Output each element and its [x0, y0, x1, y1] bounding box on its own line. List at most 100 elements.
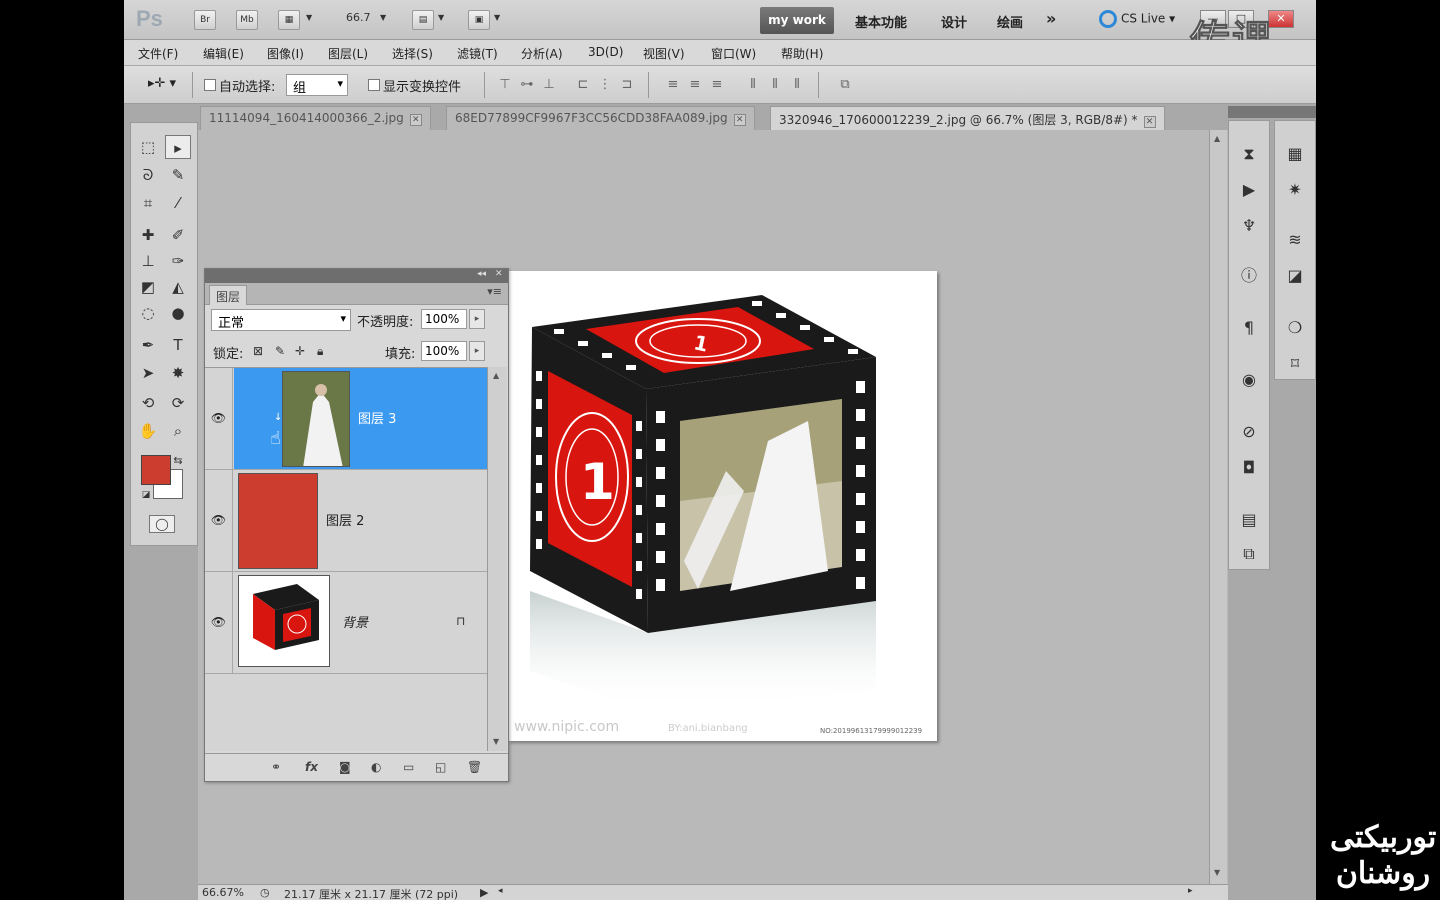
scroll-up-icon[interactable]: ▲	[1214, 134, 1220, 143]
minibridge-button[interactable]: Mb	[236, 10, 258, 30]
3d-icon[interactable]: ❍	[1281, 315, 1309, 341]
auto-select-dropdown[interactable]: 组	[286, 74, 348, 96]
3d-rotate-tool-icon[interactable]: ⟲	[135, 391, 161, 415]
lock-position-icon[interactable]: ✛	[295, 344, 305, 358]
menu-edit[interactable]: 编辑(E)	[203, 45, 244, 62]
brush-tool-icon[interactable]: ✐	[165, 223, 191, 247]
move-tool-icon[interactable]: ▸	[165, 135, 191, 159]
styles-icon[interactable]: ◪	[1281, 263, 1309, 289]
lock-transparent-icon[interactable]: ⊠	[253, 344, 263, 358]
align-vcenter-icon[interactable]: ⊶	[518, 77, 536, 93]
info-icon[interactable]: ⓘ	[1235, 263, 1263, 289]
close-icon[interactable]: ✕	[733, 114, 746, 126]
auto-select-checkbox[interactable]	[204, 79, 216, 91]
close-icon[interactable]: ✕	[495, 269, 503, 279]
arrange-documents-icon[interactable]: ▤	[412, 10, 434, 30]
layer-name[interactable]: 图层 3	[358, 408, 396, 427]
distribute-bottom-icon[interactable]: ≡	[708, 77, 726, 93]
zoom-tool-icon[interactable]: ⌕	[165, 419, 191, 443]
close-icon[interactable]: ✕	[409, 114, 422, 126]
cs-live-button[interactable]: CS Live ▾	[1099, 10, 1175, 28]
align-top-icon[interactable]: ⊤	[496, 77, 514, 93]
layer-name[interactable]: 图层 2	[326, 510, 364, 529]
transform-icon[interactable]: ⌑	[1281, 351, 1309, 377]
screen-mode-icon[interactable]: ▣	[468, 10, 490, 30]
history-icon[interactable]: ⧗	[1235, 141, 1263, 167]
clone-stamp-tool-icon[interactable]: ⊥	[135, 249, 161, 273]
align-bottom-icon[interactable]: ⊥	[540, 77, 558, 93]
fx-icon[interactable]: fx	[305, 760, 318, 774]
chevron-down-icon[interactable]: ▼	[380, 13, 386, 22]
workspace-essentials[interactable]: 基本功能	[855, 12, 907, 31]
align-left-icon[interactable]: ⊏	[574, 77, 592, 93]
eye-icon[interactable]: 👁︎	[205, 368, 233, 469]
menu-window[interactable]: 窗口(W)	[711, 45, 756, 62]
path-select-tool-icon[interactable]: ➤	[135, 361, 161, 385]
eye-icon[interactable]: 👁︎	[205, 470, 233, 571]
menu-3d[interactable]: 3D(D)	[588, 45, 623, 59]
lock-pixels-icon[interactable]: ✎	[275, 344, 285, 358]
fill-slider-icon[interactable]: ▸	[469, 341, 485, 361]
lock-all-icon[interactable]: 🔒︎	[317, 344, 323, 359]
actions-icon[interactable]: ▶	[1235, 177, 1263, 203]
adjustment-layer-icon[interactable]: ◐	[371, 760, 381, 774]
pen-tool-icon[interactable]: ✒	[135, 333, 161, 357]
shape-tool-icon[interactable]: ✸	[165, 361, 191, 385]
menu-layer[interactable]: 图层(L)	[328, 45, 368, 62]
close-icon[interactable]: ✕	[1143, 116, 1156, 128]
scroll-down-icon[interactable]: ▼	[493, 737, 499, 746]
menu-analysis[interactable]: 分析(A)	[521, 45, 563, 62]
eye-icon[interactable]: 👁︎	[205, 572, 233, 673]
add-mask-icon[interactable]: ◙	[339, 760, 351, 774]
masks-icon[interactable]: ◘	[1235, 455, 1263, 481]
paragraph-icon[interactable]: ¶	[1235, 315, 1263, 341]
tab-document-2[interactable]: 68ED77899CF9967F3CC56CDD38FAA089.jpg ✕	[446, 106, 755, 130]
tab-document-1[interactable]: 11114094_160414000366_2.jpg ✕	[200, 106, 431, 130]
workspace-painting[interactable]: 绘画	[997, 12, 1023, 31]
channels-icon[interactable]: ≋	[1281, 227, 1309, 253]
eraser-tool-icon[interactable]: ◩	[135, 275, 161, 299]
dodge-tool-icon[interactable]: ●	[165, 301, 191, 325]
hand-tool-icon[interactable]: ✋	[135, 419, 161, 443]
workspace-design[interactable]: 设计	[941, 12, 967, 31]
lasso-tool-icon[interactable]: ᘐ	[135, 163, 161, 187]
layer-main[interactable]: 图层 2	[234, 470, 487, 571]
distribute-hcenter-icon[interactable]: ⦀	[766, 77, 784, 93]
layer-main[interactable]: 背景 ⊓	[234, 572, 487, 673]
menu-file[interactable]: 文件(F)	[138, 45, 178, 62]
link-layers-icon[interactable]: ⚭	[271, 760, 281, 774]
zoom-level[interactable]: 66.7	[346, 11, 371, 24]
more-workspaces-icon[interactable]: »	[1046, 9, 1056, 28]
align-right-icon[interactable]: ⊐	[618, 77, 636, 93]
brushes-icon[interactable]: ⊘	[1235, 419, 1263, 445]
scroll-right-icon[interactable]: ▸	[1188, 886, 1193, 896]
clone-source-icon[interactable]: ⧉	[1235, 541, 1263, 567]
swatches-icon[interactable]: ◉	[1235, 367, 1263, 393]
bridge-button[interactable]: Br	[194, 10, 216, 30]
quick-select-tool-icon[interactable]: ✎	[165, 163, 191, 187]
workspace-my-work[interactable]: my work	[760, 7, 834, 34]
default-colors-icon[interactable]: ◪	[133, 483, 159, 507]
blend-mode-dropdown[interactable]: 正常	[211, 309, 351, 331]
layers-scrollbar[interactable]: ▲ ▼	[487, 367, 507, 751]
navigator-icon[interactable]: ▦	[1281, 141, 1309, 167]
move-tool-icon[interactable]: ▸✛ ▾	[148, 76, 176, 91]
3d-orbit-tool-icon[interactable]: ⟳	[165, 391, 191, 415]
tool-presets-icon[interactable]: ♆	[1235, 213, 1263, 239]
quick-mask-icon[interactable]: ◯	[149, 515, 175, 533]
collapse-icon[interactable]: ◂◂	[477, 269, 486, 279]
eyedropper-tool-icon[interactable]: ⁄	[165, 191, 191, 215]
type-tool-icon[interactable]: T	[165, 333, 191, 357]
layer-row-layer3[interactable]: 👁︎ ↓ 图层 3 ☝︎	[205, 368, 487, 470]
document-canvas[interactable]: 1 1 www.nipic.com BY:ani.bianbang NO:201…	[508, 271, 937, 741]
foreground-color-swatch[interactable]	[141, 455, 171, 485]
chevron-down-icon[interactable]: ▼	[306, 13, 312, 22]
layer-row-layer2[interactable]: 👁︎ 图层 2	[205, 470, 487, 572]
new-layer-icon[interactable]: ◱	[435, 760, 446, 774]
notes-icon[interactable]: ▤	[1235, 507, 1263, 533]
distribute-left-icon[interactable]: ⦀	[744, 77, 762, 93]
scroll-up-icon[interactable]: ▲	[493, 371, 499, 380]
distribute-right-icon[interactable]: ⦀	[788, 77, 806, 93]
chevron-down-icon[interactable]: ▼	[438, 13, 444, 22]
status-menu-icon[interactable]: ▶	[480, 886, 488, 899]
